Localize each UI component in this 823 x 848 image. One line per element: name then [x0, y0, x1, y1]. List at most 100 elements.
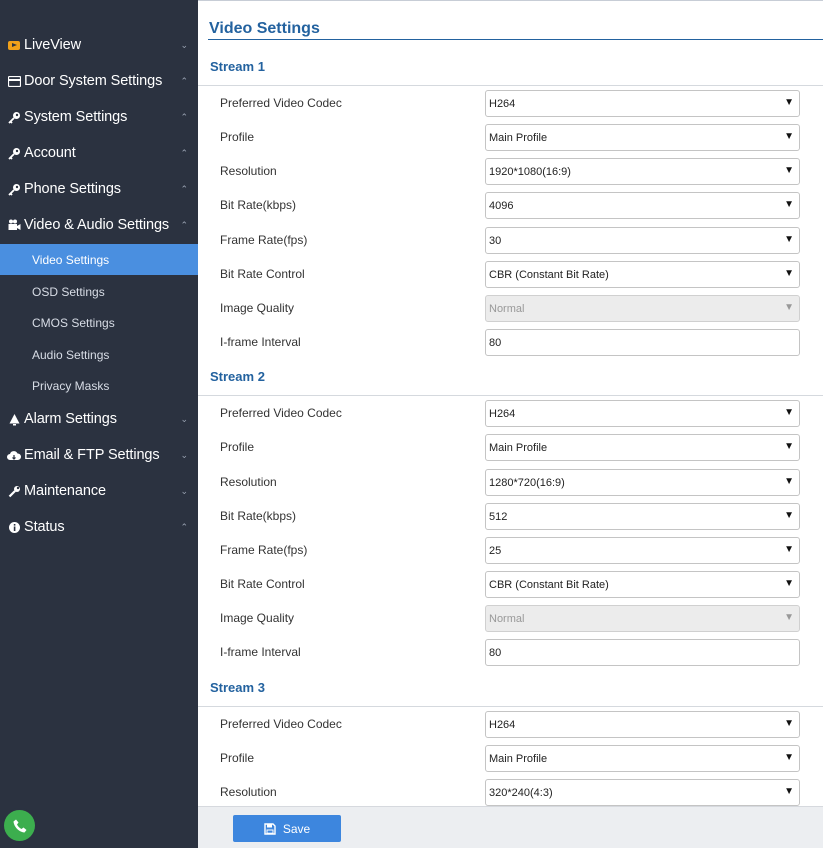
phone-call-button[interactable] [4, 810, 35, 841]
dropdown-arrow-icon: ▼ [784, 578, 794, 589]
bitrate-label: Bit Rate(kbps) [220, 198, 297, 212]
resolution-label: Resolution [220, 785, 277, 799]
profile-label: Profile [220, 751, 255, 765]
sidebar-subitem-privacy-masks[interactable]: Privacy Masks [0, 370, 198, 401]
stream-divider [198, 85, 823, 86]
stream-1-profile-select[interactable]: Main Profile ▼ [485, 124, 800, 151]
dropdown-arrow-icon: ▼ [784, 612, 794, 623]
stream-3-title: Stream 3 [210, 680, 265, 695]
sidebar-item-label: Status [24, 519, 65, 535]
stream-1-framerate-select[interactable]: 30 ▼ [485, 227, 800, 254]
select-value: 1920*1080(16:9) [489, 165, 571, 178]
door-icon [7, 74, 21, 88]
main-content: Video Settings Stream 1 Preferred Video … [198, 0, 823, 806]
stream-1-bitrate-control-select[interactable]: CBR (Constant Bit Rate) ▼ [485, 261, 800, 288]
stream-1-resolution-select[interactable]: 1920*1080(16:9) ▼ [485, 158, 800, 185]
stream-divider [198, 395, 823, 396]
stream-2-bitrate-select[interactable]: 512 ▼ [485, 503, 800, 530]
chevron-up-icon: ⌃ [180, 76, 188, 86]
bitrate-control-label: Bit Rate Control [220, 577, 305, 591]
chevron-down-icon: ⌄ [180, 450, 188, 460]
dropdown-arrow-icon: ▼ [784, 165, 794, 176]
save-button[interactable]: Save [233, 815, 341, 842]
select-value: CBR (Constant Bit Rate) [489, 578, 609, 591]
stream-1-bitrate-select[interactable]: 4096 ▼ [485, 192, 800, 219]
sidebar-item-label: Video & Audio Settings [24, 217, 170, 233]
sidebar-item-label: Maintenance [24, 483, 106, 499]
sidebar-item-status[interactable]: Status ⌃ [0, 510, 198, 544]
stream-3-codec-select[interactable]: H264 ▼ [485, 711, 800, 738]
chevron-down-icon: ⌄ [180, 486, 188, 496]
dropdown-arrow-icon: ▼ [784, 234, 794, 245]
image-quality-label: Image Quality [220, 611, 295, 625]
sidebar-item-door-system-settings[interactable]: Door System Settings ⌃ [0, 64, 198, 98]
title-divider [208, 39, 823, 40]
dropdown-arrow-icon: ▼ [784, 718, 794, 729]
select-value: H264 [489, 718, 516, 731]
footer-bar: Save [198, 806, 823, 848]
framerate-label: Frame Rate(fps) [220, 233, 308, 247]
chevron-up-icon: ⌃ [180, 148, 188, 158]
dropdown-arrow-icon: ▼ [784, 97, 794, 108]
iframe-interval-label: I-frame Interval [220, 335, 301, 349]
stream-3-resolution-select[interactable]: 320*240(4:3) ▼ [485, 779, 800, 806]
sidebar-item-liveview[interactable]: LiveView ⌄ [0, 28, 198, 62]
resolution-label: Resolution [220, 164, 277, 178]
input-value: 80 [489, 336, 502, 349]
select-value: 25 [489, 544, 502, 557]
page-title: Video Settings [209, 20, 320, 37]
dropdown-arrow-icon: ▼ [784, 752, 794, 763]
stream-1-title: Stream 1 [210, 59, 265, 74]
sidebar-item-video-audio-settings[interactable]: Video & Audio Settings ⌃ [0, 208, 198, 242]
stream-2-iframe-interval-input[interactable]: 80 [485, 639, 800, 666]
chevron-up-icon: ⌃ [180, 220, 188, 230]
bitrate-control-label: Bit Rate Control [220, 267, 305, 281]
sidebar-item-phone-settings[interactable]: Phone Settings ⌃ [0, 172, 198, 206]
sidebar-item-label: System Settings [24, 109, 128, 125]
dropdown-arrow-icon: ▼ [784, 199, 794, 210]
sidebar-item-label: Account [24, 145, 76, 161]
dropdown-arrow-icon: ▼ [784, 510, 794, 521]
sidebar-item-system-settings[interactable]: System Settings ⌃ [0, 100, 198, 134]
sidebar-subitem-audio-settings[interactable]: Audio Settings [0, 339, 198, 370]
stream-1-codec-select[interactable]: H264 ▼ [485, 90, 800, 117]
sidebar-item-account[interactable]: Account ⌃ [0, 136, 198, 170]
sidebar-item-maintenance[interactable]: Maintenance ⌄ [0, 474, 198, 508]
sidebar-item-label: Alarm Settings [24, 411, 117, 427]
sidebar-item-label: LiveView [24, 37, 81, 53]
sidebar-item-label: Email & FTP Settings [24, 447, 160, 463]
sidebar-subitem-video-settings[interactable]: Video Settings [0, 244, 198, 275]
stream-2-resolution-select[interactable]: 1280*720(16:9) ▼ [485, 469, 800, 496]
stream-2-codec-select[interactable]: H264 ▼ [485, 400, 800, 427]
sidebar-subitem-osd-settings[interactable]: OSD Settings [0, 276, 198, 307]
chevron-up-icon: ⌃ [180, 184, 188, 194]
stream-1-iframe-interval-input[interactable]: 80 [485, 329, 800, 356]
cloud-icon [7, 448, 21, 462]
stream-3-profile-select[interactable]: Main Profile ▼ [485, 745, 800, 772]
framerate-label: Frame Rate(fps) [220, 543, 308, 557]
stream-2-bitrate-control-select[interactable]: CBR (Constant Bit Rate) ▼ [485, 571, 800, 598]
dropdown-arrow-icon: ▼ [784, 131, 794, 142]
dropdown-arrow-icon: ▼ [784, 268, 794, 279]
sidebar-item-email-ftp-settings[interactable]: Email & FTP Settings ⌄ [0, 438, 198, 472]
select-value: 1280*720(16:9) [489, 476, 565, 489]
profile-label: Profile [220, 440, 255, 454]
codec-label: Preferred Video Codec [220, 96, 342, 110]
dropdown-arrow-icon: ▼ [784, 302, 794, 313]
stream-1-image-quality-select: Normal ▼ [485, 295, 800, 322]
stream-2-profile-select[interactable]: Main Profile ▼ [485, 434, 800, 461]
dropdown-arrow-icon: ▼ [784, 476, 794, 487]
key-icon [7, 182, 21, 196]
chevron-down-icon: ⌄ [180, 40, 188, 50]
iframe-interval-label: I-frame Interval [220, 645, 301, 659]
resolution-label: Resolution [220, 475, 277, 489]
select-value: Normal [489, 302, 525, 315]
sidebar-item-alarm-settings[interactable]: Alarm Settings ⌄ [0, 402, 198, 436]
key-icon [7, 146, 21, 160]
sidebar-item-label: Phone Settings [24, 181, 121, 197]
sidebar-subitem-cmos-settings[interactable]: CMOS Settings [0, 307, 198, 338]
stream-2-framerate-select[interactable]: 25 ▼ [485, 537, 800, 564]
dropdown-arrow-icon: ▼ [784, 407, 794, 418]
profile-label: Profile [220, 130, 255, 144]
chevron-up-icon: ⌃ [180, 112, 188, 122]
